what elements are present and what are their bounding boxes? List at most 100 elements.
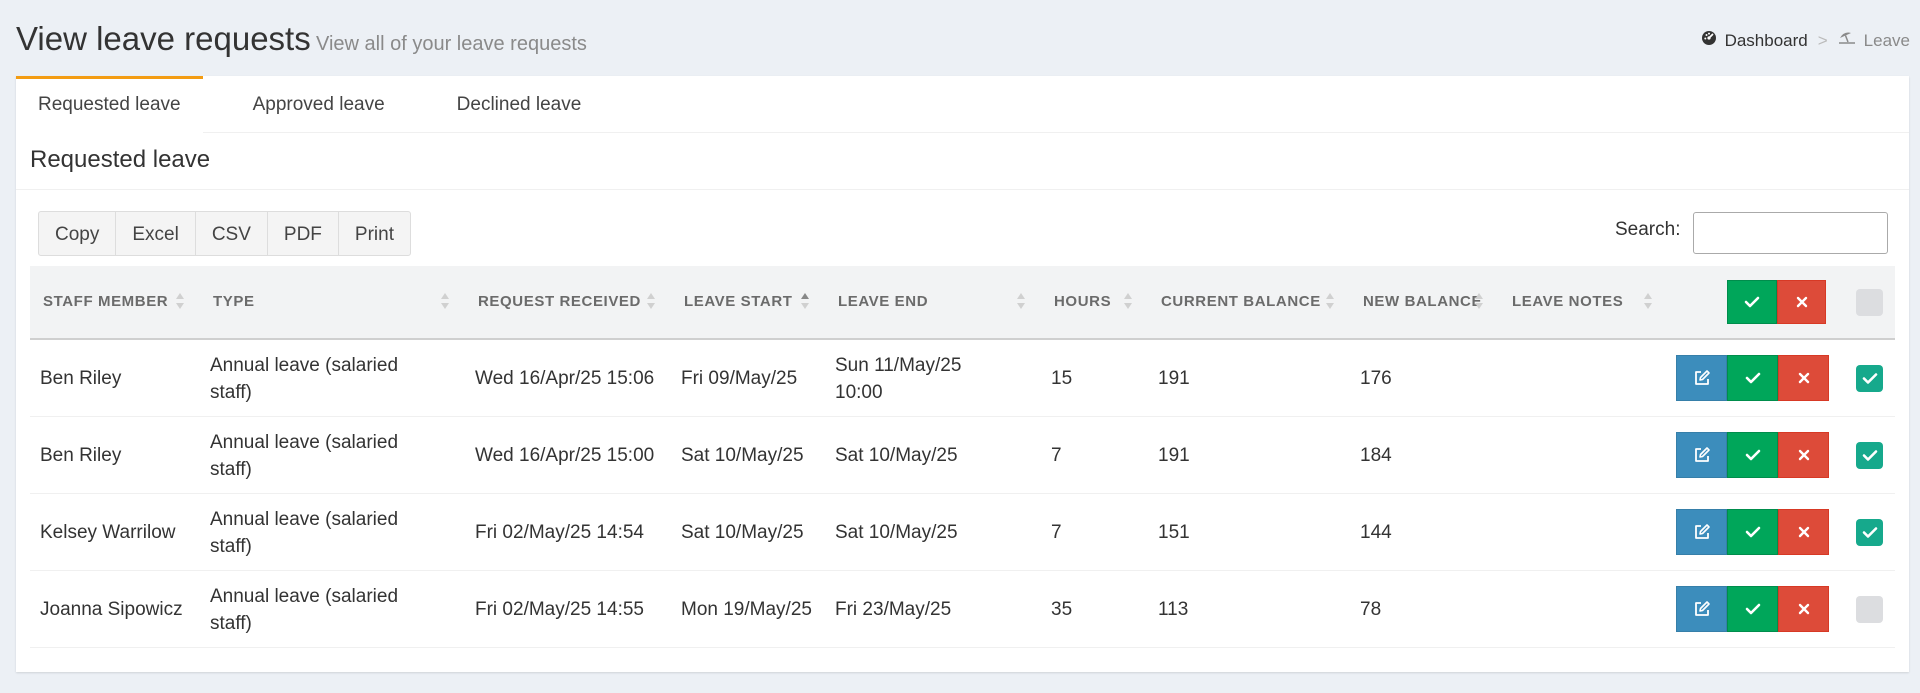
- tab-approved-leave[interactable]: Approved leave: [231, 76, 407, 133]
- page-subtitle: View all of your leave requests: [316, 33, 587, 55]
- cell-staff-member: Ben Riley: [40, 445, 122, 466]
- tab-declined-leave[interactable]: Declined leave: [435, 76, 604, 133]
- cell-staff-member: Ben Riley: [40, 368, 122, 389]
- cell-current-balance: 191: [1158, 445, 1190, 466]
- tab-requested-leave[interactable]: Requested leave: [16, 76, 203, 133]
- approve-button[interactable]: [1727, 509, 1778, 555]
- select-all-checkbox[interactable]: [1856, 289, 1883, 316]
- breadcrumb-leave: Leave: [1838, 30, 1910, 51]
- column-header-staff-member[interactable]: STAFF MEMBER: [43, 266, 168, 338]
- close-icon: [1798, 603, 1809, 615]
- cell-request-received: Fri 02/May/25 14:54: [475, 522, 644, 543]
- column-header-new-balance[interactable]: NEW BALANCE: [1363, 266, 1483, 338]
- edit-button[interactable]: [1676, 509, 1727, 555]
- cell-leave-start: Fri 09/May/25: [681, 368, 798, 389]
- breadcrumb-leave-label: Leave: [1863, 30, 1910, 50]
- search-input[interactable]: [1693, 212, 1888, 254]
- edit-icon: [1694, 524, 1710, 539]
- row-select-checkbox[interactable]: [1856, 596, 1883, 623]
- approve-button[interactable]: [1727, 432, 1778, 478]
- cell-leave-end: Sat 10/May/25: [835, 522, 958, 543]
- cell-type: Annual leave (salaried staff): [210, 354, 399, 403]
- edit-button[interactable]: [1676, 432, 1727, 478]
- pdf-button[interactable]: PDF: [268, 212, 339, 255]
- row-select-checkbox[interactable]: [1856, 365, 1883, 392]
- check-icon: [1745, 449, 1760, 461]
- close-icon: [1798, 372, 1809, 384]
- cell-type: Annual leave (salaried staff): [210, 431, 399, 480]
- decline-all-button[interactable]: [1777, 280, 1826, 324]
- checkbox-check-icon: [1862, 450, 1877, 461]
- cell-hours: 7: [1051, 522, 1062, 543]
- cell-leave-notes: [1509, 340, 1649, 417]
- cell-leave-start: Sat 10/May/25: [681, 445, 804, 466]
- csv-button[interactable]: CSV: [196, 212, 268, 255]
- sort-icon: [1475, 293, 1483, 311]
- close-icon: [1798, 449, 1809, 461]
- edit-button[interactable]: [1676, 355, 1727, 401]
- section-title: Requested leave: [30, 146, 211, 173]
- table-row: Kelsey Warrilow Annual leave (salaried s…: [30, 494, 1895, 571]
- sort-icon: [441, 293, 449, 311]
- excel-button[interactable]: Excel: [116, 212, 196, 255]
- cell-leave-notes: [1509, 417, 1649, 494]
- cell-leave-notes: [1509, 571, 1649, 648]
- edit-icon: [1694, 370, 1710, 385]
- cell-type: Annual leave (salaried staff): [210, 585, 399, 634]
- row-select-checkbox[interactable]: [1856, 519, 1883, 546]
- cell-request-received: Wed 16/Apr/25 15:00: [475, 445, 655, 466]
- cell-leave-end: Sat 10/May/25: [835, 445, 958, 466]
- table-row: Joanna Sipowicz Annual leave (salaried s…: [30, 571, 1895, 648]
- decline-button[interactable]: [1778, 586, 1829, 632]
- edit-icon: [1694, 601, 1710, 616]
- decline-button[interactable]: [1778, 355, 1829, 401]
- copy-button[interactable]: Copy: [39, 212, 117, 255]
- edit-button[interactable]: [1676, 586, 1727, 632]
- check-icon: [1745, 372, 1760, 384]
- cell-leave-start: Mon 19/May/25: [681, 599, 812, 620]
- breadcrumb-dashboard[interactable]: Dashboard: [1701, 30, 1808, 51]
- close-icon: [1796, 296, 1807, 308]
- cell-leave-end: Fri 23/May/25: [835, 599, 952, 620]
- tab-bar: Requested leave Approved leave Declined …: [16, 76, 1909, 133]
- page-header: View leave requests View all of your lea…: [16, 20, 1910, 60]
- sort-icon: [176, 293, 184, 311]
- row-select-checkbox[interactable]: [1856, 442, 1883, 469]
- breadcrumb: Dashboard > Leave: [1701, 30, 1910, 51]
- print-button[interactable]: Print: [339, 212, 410, 255]
- decline-button[interactable]: [1778, 509, 1829, 555]
- check-icon: [1745, 603, 1760, 615]
- column-header-type[interactable]: TYPE: [213, 266, 255, 338]
- approve-button[interactable]: [1727, 355, 1778, 401]
- decline-button[interactable]: [1778, 432, 1829, 478]
- cell-leave-start: Sat 10/May/25: [681, 522, 804, 543]
- cell-request-received: Wed 16/Apr/25 15:06: [475, 368, 655, 389]
- beach-umbrella-icon: [1838, 30, 1856, 51]
- cell-new-balance: 176: [1360, 368, 1392, 389]
- table-row: Ben Riley Annual leave (salaried staff) …: [30, 417, 1895, 494]
- approve-all-button[interactable]: [1727, 280, 1777, 324]
- column-header-leave-notes[interactable]: LEAVE NOTES: [1512, 266, 1623, 338]
- column-header-leave-start[interactable]: LEAVE START: [684, 266, 793, 338]
- column-header-request-received[interactable]: REQUEST RECEIVED: [478, 266, 641, 338]
- cell-leave-end: Sun 11/May/25 10:00: [835, 354, 962, 403]
- check-icon: [1744, 296, 1760, 308]
- table-body: Ben Riley Annual leave (salaried staff) …: [30, 340, 1895, 648]
- table-row: Ben Riley Annual leave (salaried staff) …: [30, 340, 1895, 417]
- edit-icon: [1694, 447, 1710, 462]
- cell-new-balance: 184: [1360, 445, 1392, 466]
- sort-icon: [647, 293, 655, 311]
- close-icon: [1798, 526, 1809, 538]
- column-header-hours[interactable]: HOURS: [1054, 266, 1111, 338]
- table-header: STAFF MEMBER TYPE REQUEST RECEIVED LEAVE…: [30, 266, 1895, 340]
- cell-new-balance: 78: [1360, 599, 1382, 620]
- leave-requests-table: STAFF MEMBER TYPE REQUEST RECEIVED LEAVE…: [30, 266, 1895, 648]
- cell-type: Annual leave (salaried staff): [210, 508, 399, 557]
- sort-icon: [1017, 293, 1025, 311]
- column-header-current-balance[interactable]: CURRENT BALANCE: [1161, 266, 1321, 338]
- approve-button[interactable]: [1727, 586, 1778, 632]
- sort-icon: [1644, 293, 1652, 311]
- cell-hours: 7: [1051, 445, 1062, 466]
- column-header-leave-end[interactable]: LEAVE END: [838, 266, 928, 338]
- search-label: Search:: [1615, 219, 1681, 240]
